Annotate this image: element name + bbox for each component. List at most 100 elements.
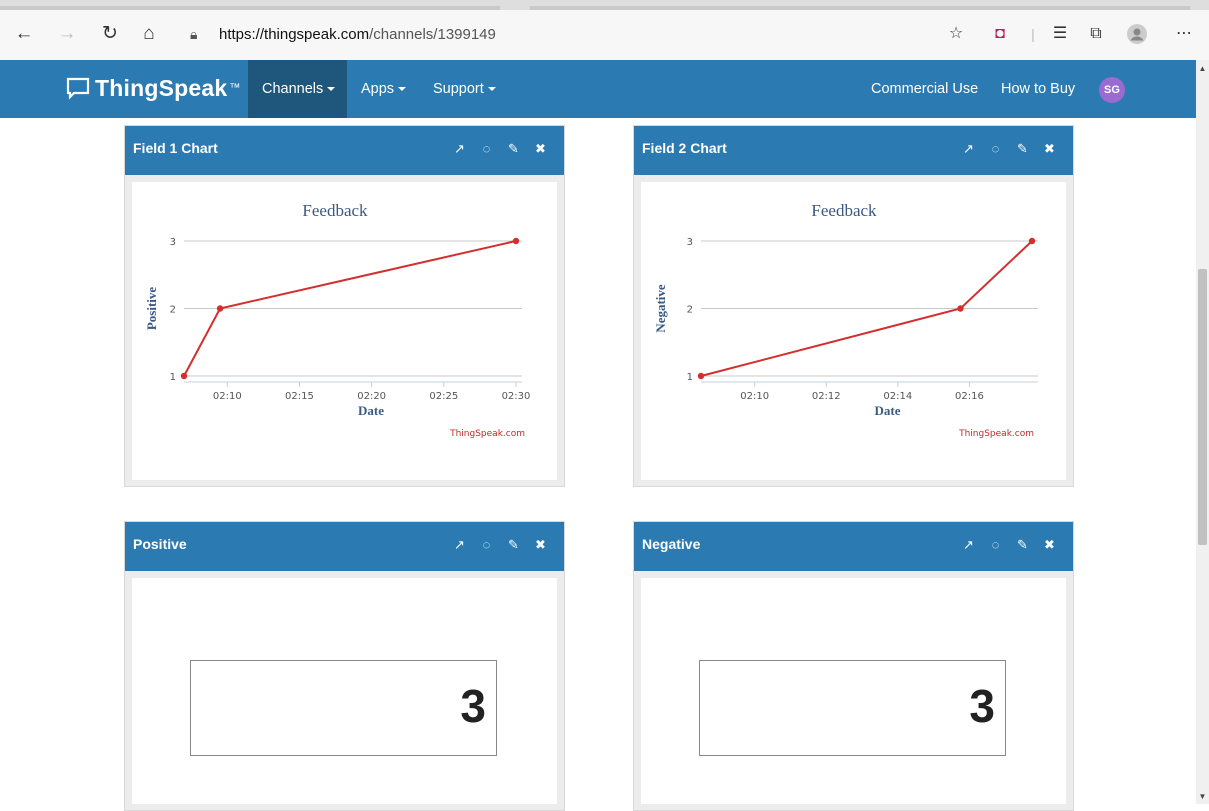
- x-tick-label: 02:10: [213, 391, 242, 402]
- y-tick-label: 1: [170, 372, 176, 383]
- x-tick-label: 02:14: [883, 391, 912, 402]
- y-axis-title: Negative: [653, 284, 668, 333]
- close-icon[interactable]: ✖: [1042, 536, 1057, 554]
- y-tick-label: 3: [170, 237, 176, 248]
- profile-icon[interactable]: [1125, 22, 1149, 46]
- comment-icon[interactable]: ◌: [479, 536, 494, 554]
- x-tick-label: 02:25: [429, 391, 458, 402]
- panel-title: Negative: [642, 536, 701, 552]
- comment-icon[interactable]: ◌: [988, 536, 1003, 554]
- chat-bubble-icon: [66, 77, 90, 100]
- numeric-display-box: 3: [190, 660, 497, 756]
- chart-title: Feedback: [811, 201, 877, 220]
- data-point: [216, 305, 224, 312]
- nav-support-label: Support: [433, 81, 484, 97]
- user-avatar[interactable]: SG: [1099, 77, 1125, 103]
- data-point: [697, 372, 705, 380]
- edit-pencil-icon[interactable]: ✎: [506, 140, 521, 158]
- panel-header: Negative ↗ ◌ ✎ ✖: [634, 522, 1073, 571]
- refresh-icon[interactable]: ↻: [98, 22, 122, 46]
- close-icon[interactable]: ✖: [533, 140, 548, 158]
- x-tick-label: 02:20: [357, 391, 386, 402]
- y-tick-label: 2: [170, 305, 176, 316]
- collections-icon[interactable]: ⧉: [1084, 22, 1108, 46]
- numeric-display-box: 3: [699, 660, 1006, 756]
- panel-title: Field 2 Chart: [642, 140, 727, 156]
- x-tick-label: 02:30: [502, 391, 531, 402]
- panel-tools: ↗ ◌ ✎ ✖: [452, 536, 548, 554]
- chart-body: Feedback 1 2 3 02:10 02:12 02:14 02:16 Date Negat…: [641, 182, 1066, 480]
- x-tick-label: 02:16: [955, 391, 984, 402]
- url-path: /channels/1399149: [369, 26, 496, 43]
- panel-title: Positive: [133, 536, 187, 552]
- field2-chart-panel: Field 2 Chart ↗ ◌ ✎ ✖ Feedback 1 2 3 02:10 02…: [633, 125, 1074, 487]
- panel-title: Field 1 Chart: [133, 140, 218, 156]
- url-host: https://thingspeak.com: [219, 26, 370, 43]
- external-link-icon[interactable]: ↗: [961, 536, 976, 554]
- comment-icon[interactable]: ◌: [479, 140, 494, 158]
- chart-credit: ThingSpeak.com: [449, 429, 525, 439]
- browser-toolbar: ← → ↻ ⌂ 🔒︎ https://thingspeak.com/channe…: [0, 0, 1209, 60]
- nav-support[interactable]: Support: [433, 60, 496, 118]
- external-link-icon[interactable]: ↗: [452, 536, 467, 554]
- panel-tools: ↗ ◌ ✎ ✖: [961, 536, 1057, 554]
- caret-down-icon: [398, 87, 407, 92]
- nav-channels[interactable]: Channels: [248, 60, 347, 118]
- lock-icon[interactable]: 🔒︎: [190, 26, 197, 43]
- favorites-list-icon[interactable]: ☰: [1048, 22, 1072, 46]
- field1-line-chart: Feedback 1 2 3 02:10 02:15 02:20 02:25 02:30 Date…: [144, 201, 531, 439]
- favorite-icon[interactable]: ☆: [944, 22, 968, 46]
- external-link-icon[interactable]: ↗: [961, 140, 976, 158]
- panel-header: Field 1 Chart ↗ ◌ ✎ ✖: [125, 126, 564, 175]
- numeric-display-value: 3: [969, 680, 995, 732]
- edit-pencil-icon[interactable]: ✎: [1015, 140, 1030, 158]
- data-point: [180, 372, 188, 380]
- thingspeak-logo[interactable]: ThingSpeak ™: [66, 73, 240, 103]
- chart-title: Feedback: [302, 201, 368, 220]
- close-icon[interactable]: ✖: [1042, 140, 1057, 158]
- nav-how-to-buy[interactable]: How to Buy: [1001, 60, 1075, 118]
- nav-apps-label: Apps: [361, 81, 395, 97]
- nav-apps[interactable]: Apps: [361, 60, 407, 118]
- chart-body: Feedback 1 2 3 02:10 02:15 02:20 02:25 02:30 Date…: [132, 182, 557, 480]
- y-axis-title: Positive: [144, 287, 159, 331]
- x-tick-label: 02:12: [812, 391, 841, 402]
- scroll-down-arrow-icon[interactable]: ▼: [1196, 792, 1209, 802]
- page-scrollbar[interactable]: ▲ ▼: [1196, 60, 1209, 804]
- numeric-display-body: 3: [132, 578, 557, 804]
- chart-credit: ThingSpeak.com: [958, 429, 1034, 439]
- home-icon[interactable]: ⌂: [137, 22, 161, 46]
- scroll-thumb[interactable]: [1198, 269, 1207, 545]
- caret-down-icon: [327, 87, 336, 92]
- external-link-icon[interactable]: ↗: [452, 140, 467, 158]
- numeric-display-body: 3: [641, 578, 1066, 804]
- negative-display-panel: Negative ↗ ◌ ✎ ✖ 3: [633, 521, 1074, 811]
- panel-header: Field 2 Chart ↗ ◌ ✎ ✖: [634, 126, 1073, 175]
- tab[interactable]: [0, 6, 500, 10]
- pocket-extension-icon[interactable]: ◘: [988, 22, 1012, 46]
- comment-icon[interactable]: ◌: [988, 140, 1003, 158]
- back-icon[interactable]: ←: [12, 22, 36, 46]
- data-point: [1028, 237, 1036, 245]
- x-axis-title: Date: [875, 403, 901, 418]
- edit-pencil-icon[interactable]: ✎: [1015, 536, 1030, 554]
- caret-down-icon: [487, 87, 496, 92]
- url-text[interactable]: https://thingspeak.com/channels/1399149: [219, 26, 496, 43]
- nav-channels-label: Channels: [262, 81, 324, 97]
- panel-tools: ↗ ◌ ✎ ✖: [961, 140, 1057, 158]
- scroll-up-arrow-icon[interactable]: ▲: [1196, 64, 1209, 74]
- field2-line-chart: Feedback 1 2 3 02:10 02:12 02:14 02:16 Date Negat…: [653, 201, 1038, 439]
- positive-display-panel: Positive ↗ ◌ ✎ ✖ 3: [124, 521, 565, 811]
- forward-icon[interactable]: →: [55, 22, 79, 46]
- tab[interactable]: [530, 6, 1190, 10]
- close-icon[interactable]: ✖: [533, 536, 548, 554]
- address-bar[interactable]: 🔒︎ https://thingspeak.com/channels/13991…: [178, 21, 918, 49]
- edit-pencil-icon[interactable]: ✎: [506, 536, 521, 554]
- field1-chart-panel: Field 1 Chart ↗ ◌ ✎ ✖ Feedback 1 2 3 02:10 02…: [124, 125, 565, 487]
- more-menu-icon[interactable]: ⋯: [1172, 22, 1196, 46]
- data-point: [512, 237, 520, 245]
- data-point: [957, 305, 964, 312]
- nav-commercial-use[interactable]: Commercial Use: [871, 60, 978, 118]
- y-tick-label: 3: [687, 237, 693, 248]
- toolbar-divider: |: [1031, 26, 1035, 42]
